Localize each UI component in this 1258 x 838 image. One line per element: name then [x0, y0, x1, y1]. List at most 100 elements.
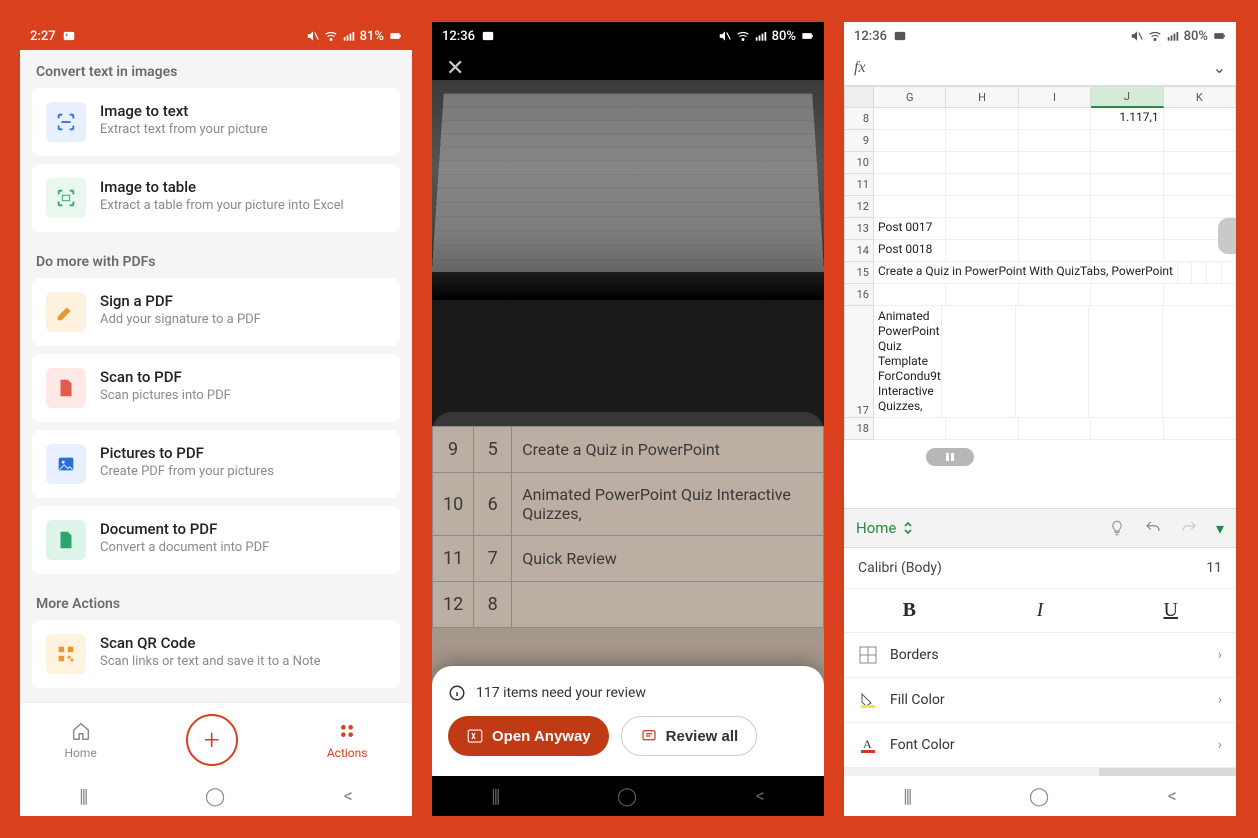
card-subtitle: Add your signature to a PDF: [100, 312, 261, 327]
action-image-to-table[interactable]: Image to table Extract a table from your…: [32, 164, 400, 232]
chevron-down-icon[interactable]: ⌄: [1213, 58, 1226, 77]
cell[interactable]: 12: [433, 582, 474, 628]
table-row[interactable]: 12 8: [433, 582, 824, 628]
option-borders[interactable]: Borders ›: [844, 633, 1236, 678]
row-header[interactable]: 13: [844, 218, 874, 240]
nav-back[interactable]: <: [756, 786, 765, 807]
row-header[interactable]: 12: [844, 196, 874, 218]
action-image-to-text[interactable]: Image to text Extract text from your pic…: [32, 88, 400, 156]
row-header[interactable]: 17: [844, 306, 874, 418]
redo-icon[interactable]: [1180, 519, 1198, 537]
nav-back[interactable]: <: [1168, 786, 1177, 807]
phone-2-scan-review: 12:36 80% ✕ 9 5 Create a Quiz in PowerPo…: [432, 22, 824, 816]
row-header[interactable]: 11: [844, 174, 874, 196]
close-button[interactable]: ✕: [446, 56, 464, 81]
cell-g15[interactable]: Create a Quiz in PowerPoint With QuizTab…: [874, 262, 1178, 284]
cell[interactable]: 8: [474, 582, 512, 628]
nav-home[interactable]: ◯: [205, 786, 225, 807]
underline-button[interactable]: U: [1105, 589, 1236, 632]
row-header[interactable]: 9: [844, 130, 874, 152]
cell-g14[interactable]: Post 0018: [874, 240, 946, 262]
card-title: Scan QR Code: [100, 634, 321, 652]
cell-j8[interactable]: 1.117,1: [1091, 108, 1163, 130]
card-title: Scan to PDF: [100, 368, 231, 386]
col-header-j[interactable]: J: [1091, 86, 1163, 108]
col-header-k[interactable]: K: [1164, 86, 1236, 108]
row-header[interactable]: 8: [844, 108, 874, 130]
fab-add[interactable]: +: [186, 714, 238, 766]
cell[interactable]: Create a Quiz in PowerPoint: [512, 427, 824, 473]
open-anyway-button[interactable]: Open Anyway: [448, 716, 609, 756]
action-sign-pdf[interactable]: Sign a PDF Add your signature to a PDF: [32, 278, 400, 346]
horizontal-scroll-thumb[interactable]: [926, 448, 974, 466]
card-title: Image to table: [100, 178, 344, 196]
font-name[interactable]: Calibri (Body): [858, 560, 942, 576]
cell[interactable]: 7: [474, 536, 512, 582]
cell[interactable]: 10: [433, 473, 474, 536]
row-header[interactable]: 15: [844, 262, 874, 284]
cell[interactable]: 11: [433, 536, 474, 582]
cell[interactable]: [512, 582, 824, 628]
option-font-color[interactable]: A Font Color ›: [844, 723, 1236, 768]
battery-icon: [388, 29, 402, 43]
col-header-h[interactable]: H: [946, 86, 1018, 108]
row-header[interactable]: 18: [844, 418, 874, 440]
battery-icon: [800, 29, 814, 43]
col-header-i[interactable]: I: [1019, 86, 1091, 108]
cell-g17[interactable]: Animated PowerPoint Quiz Template ForCon…: [874, 306, 942, 418]
nav-back[interactable]: <: [344, 786, 353, 807]
card-title: Image to text: [100, 102, 268, 120]
ribbon-home-tab[interactable]: Home: [856, 519, 914, 537]
mute-icon: [1130, 29, 1144, 43]
image-icon: [62, 29, 76, 43]
action-pictures-pdf[interactable]: Pictures to PDF Create PDF from your pic…: [32, 430, 400, 498]
spreadsheet-grid[interactable]: 8 1.117,1 9 10 11 12 13Post 0017 14Post 0…: [844, 108, 1236, 468]
select-all-corner[interactable]: [844, 86, 874, 108]
tab-actions[interactable]: Actions: [327, 720, 368, 760]
table-row[interactable]: 11 7 Quick Review: [433, 536, 824, 582]
action-scan-pdf[interactable]: Scan to PDF Scan pictures into PDF: [32, 354, 400, 422]
font-color-label: Font Color: [890, 737, 955, 753]
tab-home[interactable]: Home: [65, 720, 97, 760]
action-document-pdf[interactable]: Document to PDF Convert a document into …: [32, 506, 400, 574]
row-header[interactable]: 10: [844, 152, 874, 174]
nav-recent[interactable]: |||: [903, 786, 910, 807]
table-row[interactable]: 10 6 Animated PowerPoint Quiz Interactiv…: [433, 473, 824, 536]
nav-home[interactable]: ◯: [617, 786, 637, 807]
cell[interactable]: 6: [474, 473, 512, 536]
row-header[interactable]: 14: [844, 240, 874, 262]
pictures-icon: [46, 444, 86, 484]
formula-bar[interactable]: fx ⌄: [844, 50, 1236, 86]
review-all-button[interactable]: Review all: [621, 716, 758, 756]
phone-1-office-actions: 2:27 81% Convert text in images Image to…: [20, 22, 412, 816]
nav-recent[interactable]: |||: [491, 786, 498, 807]
signal-icon: [1166, 29, 1180, 43]
font-size[interactable]: 11: [1206, 560, 1222, 576]
extracted-table[interactable]: 9 5 Create a Quiz in PowerPoint 10 6 Ani…: [432, 426, 824, 628]
row-header[interactable]: 16: [844, 284, 874, 306]
image-icon: [893, 29, 907, 43]
nav-recent[interactable]: |||: [79, 786, 86, 807]
action-scan-qr[interactable]: Scan QR Code Scan links or text and save…: [32, 620, 400, 688]
ribbon-menu-chevron[interactable]: ▾: [1216, 519, 1224, 538]
cell[interactable]: Animated PowerPoint Quiz Interactive Qui…: [512, 473, 824, 536]
cell[interactable]: 9: [433, 427, 474, 473]
vertical-scroll-thumb[interactable]: [1218, 218, 1236, 254]
cell[interactable]: 5: [474, 427, 512, 473]
nav-home[interactable]: ◯: [1029, 786, 1049, 807]
phone-3-excel: 12:36 80% fx ⌄ G H I J K 81.117,1 9 10 1…: [844, 22, 1236, 816]
cell[interactable]: Quick Review: [512, 536, 824, 582]
chevron-right-icon: ›: [1218, 647, 1222, 663]
undo-icon[interactable]: [1144, 519, 1162, 537]
actions-scroll[interactable]: Convert text in images Image to text Ext…: [20, 50, 412, 702]
bold-button[interactable]: B: [844, 589, 975, 632]
table-row[interactable]: 9 5 Create a Quiz in PowerPoint: [433, 427, 824, 473]
cell-g13[interactable]: Post 0017: [874, 218, 946, 240]
horizontal-scrollbar[interactable]: [844, 768, 1236, 776]
grid-icon: [336, 720, 358, 742]
italic-button[interactable]: I: [975, 589, 1106, 632]
option-fill-color[interactable]: Fill Color ›: [844, 678, 1236, 723]
excel-icon: [466, 727, 484, 745]
lightbulb-icon[interactable]: [1108, 519, 1126, 537]
col-header-g[interactable]: G: [874, 86, 946, 108]
